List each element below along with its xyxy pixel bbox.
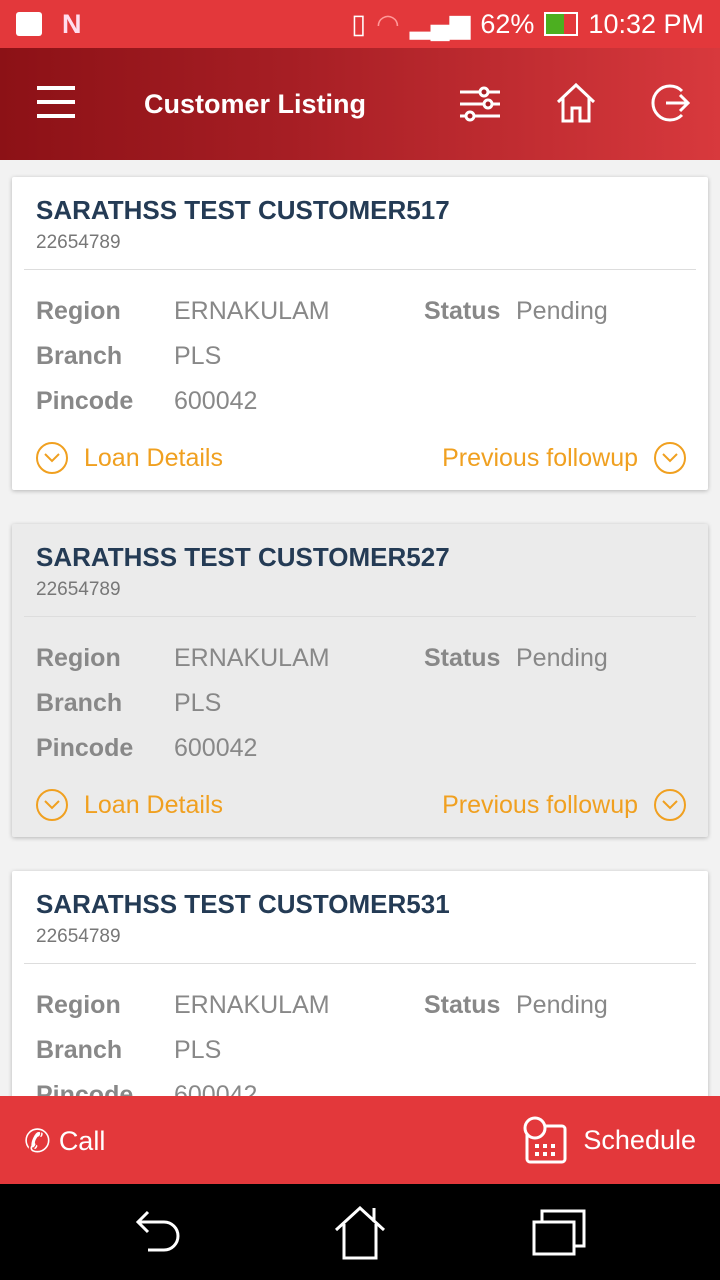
customer-list[interactable]: SARATHSS TEST CUSTOMER517 22654789 Regio… (0, 160, 720, 1096)
loan-details-label: Loan Details (84, 443, 223, 472)
customer-name: SARATHSS TEST CUSTOMER531 (36, 889, 450, 919)
region-label: Region (36, 644, 121, 672)
branch-value: PLS (174, 689, 222, 717)
wifi-icon: ◠ (376, 8, 400, 39)
signal-icon: ▂▄▆ (409, 8, 471, 39)
bottom-action-bar: ✆ Call Schedule (0, 1096, 720, 1184)
status-label: Status (424, 991, 501, 1019)
schedule-button[interactable]: Schedule (521, 1116, 696, 1164)
region-value: ERNAKULAM (174, 644, 330, 672)
divider (24, 616, 696, 617)
clock: 10:32 PM (588, 8, 704, 39)
back-icon[interactable] (134, 1208, 186, 1258)
chevron-down-icon (36, 789, 68, 821)
customer-id: 22654789 (36, 926, 121, 947)
branch-label: Branch (36, 1036, 123, 1064)
loan-details-toggle[interactable]: Loan Details (36, 789, 223, 821)
customer-id: 22654789 (36, 579, 121, 600)
loan-details-label: Loan Details (84, 790, 223, 819)
previous-followup-toggle[interactable]: Previous followup (442, 789, 686, 821)
customer-id: 22654789 (36, 232, 121, 253)
previous-followup-label: Previous followup (442, 443, 638, 472)
loan-details-toggle[interactable]: Loan Details (36, 442, 223, 474)
schedule-label: Schedule (583, 1124, 696, 1155)
recents-icon[interactable] (532, 1208, 588, 1256)
customer-card[interactable]: SARATHSS TEST CUSTOMER527 22654789 Regio… (12, 524, 708, 837)
gallery-notification-icon (16, 12, 42, 36)
customer-card[interactable]: SARATHSS TEST CUSTOMER531 22654789 Regio… (12, 871, 708, 1096)
divider (24, 269, 696, 270)
chevron-down-icon (654, 789, 686, 821)
divider (24, 963, 696, 964)
pincode-value: 600042 (174, 734, 258, 762)
n-notification-icon: N (62, 8, 82, 39)
status-label: Status (424, 297, 501, 325)
schedule-calendar-icon (523, 1116, 567, 1164)
pincode-value: 600042 (174, 387, 258, 415)
call-button[interactable]: ✆ Call (24, 1122, 105, 1160)
app-bar: Customer Listing (0, 48, 720, 160)
region-label: Region (36, 991, 121, 1019)
previous-followup-toggle[interactable]: Previous followup (442, 442, 686, 474)
chevron-down-icon (36, 442, 68, 474)
status-bar: N ▯ ◠ ▂▄▆ 62% 10:32 PM (0, 0, 720, 48)
logout-icon[interactable] (650, 82, 694, 124)
branch-label: Branch (36, 689, 123, 717)
menu-icon[interactable] (36, 86, 76, 118)
vibrate-icon: ▯ (351, 8, 367, 39)
pincode-value: 600042 (174, 1081, 258, 1096)
status-value: Pending (516, 297, 608, 325)
region-value: ERNAKULAM (174, 991, 330, 1019)
system-nav-bar (0, 1184, 720, 1280)
page-title: Customer Listing (144, 88, 367, 119)
status-label: Status (424, 644, 501, 672)
region-label: Region (36, 297, 121, 325)
branch-value: PLS (174, 1036, 222, 1064)
pincode-label: Pincode (36, 734, 134, 762)
pincode-label: Pincode (36, 1081, 134, 1096)
battery-charging-icon (544, 12, 579, 36)
branch-value: PLS (174, 342, 222, 370)
region-value: ERNAKULAM (174, 297, 330, 325)
home-nav-icon[interactable] (334, 1206, 386, 1260)
customer-name: SARATHSS TEST CUSTOMER517 (36, 195, 450, 225)
previous-followup-label: Previous followup (442, 790, 638, 819)
customer-name: SARATHSS TEST CUSTOMER527 (36, 542, 450, 572)
phone-icon: ✆ (24, 1123, 51, 1159)
chevron-down-icon (654, 442, 686, 474)
call-label: Call (58, 1125, 106, 1156)
status-value: Pending (516, 991, 608, 1019)
home-icon[interactable] (554, 82, 598, 124)
customer-card[interactable]: SARATHSS TEST CUSTOMER517 22654789 Regio… (12, 177, 708, 490)
pincode-label: Pincode (36, 387, 134, 415)
branch-label: Branch (36, 342, 123, 370)
status-value: Pending (516, 644, 608, 672)
filter-icon[interactable] (458, 84, 502, 124)
battery-percent: 62% (480, 8, 535, 39)
